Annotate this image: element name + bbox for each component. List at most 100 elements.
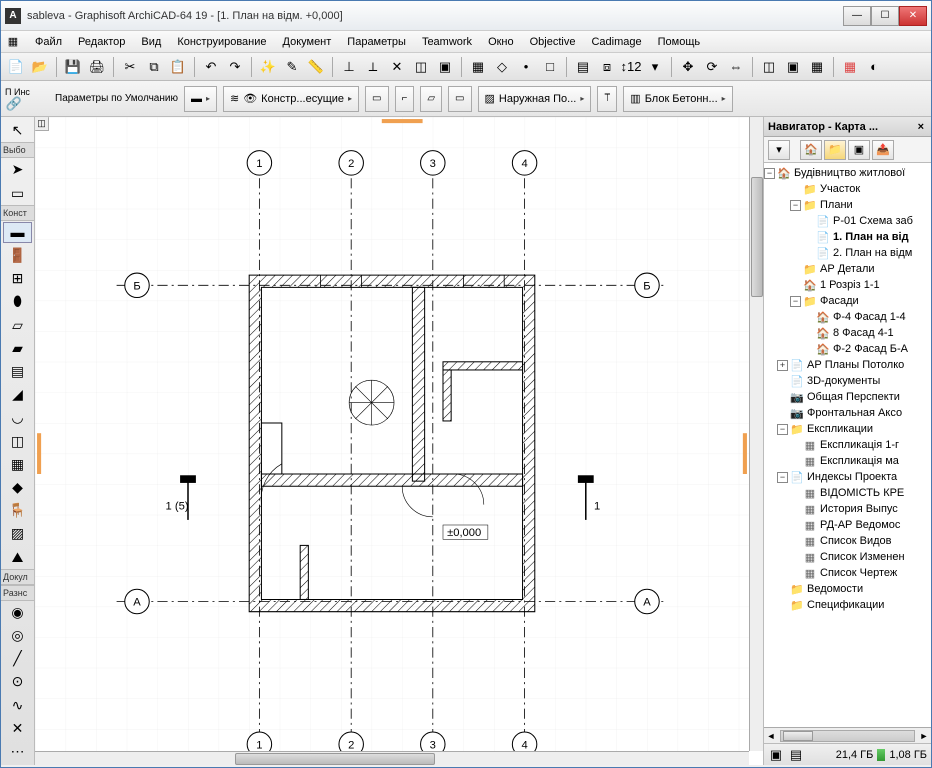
tree-item[interactable]: 📁АР Детали xyxy=(764,261,931,277)
line-tool[interactable]: ╱ xyxy=(3,648,32,669)
scroll-right-icon[interactable]: ► xyxy=(917,729,931,743)
point-icon[interactable]: • xyxy=(515,56,537,78)
tree-item[interactable]: 📄1. План на від xyxy=(764,229,931,245)
skylight-tool[interactable]: ◫ xyxy=(3,430,32,451)
tree-item[interactable]: ▦Список Изменен xyxy=(764,549,931,565)
scroll-left-icon[interactable]: ◄ xyxy=(764,729,778,743)
nav-tab-layout[interactable]: ▣ xyxy=(848,140,870,160)
eyedropper-icon[interactable]: ✎ xyxy=(281,56,303,78)
stair-tool[interactable]: ▤ xyxy=(3,361,32,382)
menu-objective[interactable]: Objective xyxy=(522,33,584,51)
menu-файл[interactable]: Файл xyxy=(27,33,70,51)
print-icon[interactable]: 🖨 xyxy=(86,56,108,78)
tree-item[interactable]: ▦Список Видов xyxy=(764,533,931,549)
menu-teamwork[interactable]: Teamwork xyxy=(414,33,480,51)
nav-tab-publisher[interactable]: 📤 xyxy=(872,140,894,160)
floor-plan-canvas[interactable]: 1 2 3 4 1 2 3 4 Б Б А А xyxy=(35,117,749,765)
copy-icon[interactable]: ⧉ xyxy=(143,56,165,78)
tree-item[interactable]: ▦Список Чертеж xyxy=(764,565,931,581)
layer-selector[interactable]: ≋ 👁 Констр...есущие ▸ xyxy=(223,86,359,112)
wall-composite-button[interactable]: ▨ Наружная По... ▸ xyxy=(478,86,592,112)
close-button[interactable]: ✕ xyxy=(899,6,927,26)
tree-item[interactable]: −📁Експликации xyxy=(764,421,931,437)
navigator-tree[interactable]: − 🏠 Будівництво житлової 📁Участок−📁Плани… xyxy=(764,163,931,727)
maximize-button[interactable]: ☐ xyxy=(871,6,899,26)
navigator-hscroll[interactable]: ◄ ► xyxy=(764,727,931,743)
magic-wand-icon[interactable]: ✨ xyxy=(257,56,279,78)
render-icon[interactable]: ◐ xyxy=(863,56,885,78)
spot1-tool[interactable]: ◉ xyxy=(3,602,32,623)
pointer-tool[interactable]: ➤ xyxy=(3,159,32,180)
tree-item[interactable]: 📷Фронтальная Аксо xyxy=(764,405,931,421)
tree-item[interactable]: ▦ВІДОМІСТЬ КРЕ xyxy=(764,485,931,501)
tree-item[interactable]: 📁Участок xyxy=(764,181,931,197)
column-tool[interactable]: ⬮ xyxy=(3,291,32,312)
new-file-icon[interactable]: 📄 xyxy=(5,56,27,78)
tree-item[interactable]: +📄АР Планы Потолко xyxy=(764,357,931,373)
geometry3-button[interactable]: ▱ xyxy=(420,86,442,112)
mirror-icon[interactable]: ⇔ xyxy=(725,56,747,78)
tree-item[interactable]: 🏠Ф-2 Фасад Б-А xyxy=(764,341,931,357)
scroll-thumb-v[interactable] xyxy=(751,177,763,297)
roof-tool[interactable]: ◢ xyxy=(3,384,32,405)
menu-параметры[interactable]: Параметры xyxy=(339,33,414,51)
tree-item[interactable]: 🏠8 Фасад 4-1 xyxy=(764,325,931,341)
tree-toggle-icon[interactable]: + xyxy=(777,360,788,371)
paste-icon[interactable]: 📋 xyxy=(167,56,189,78)
view1-icon[interactable]: ◫ xyxy=(758,56,780,78)
tree-toggle-icon[interactable]: − xyxy=(764,168,775,179)
scroll-thumb-h[interactable] xyxy=(235,753,435,765)
minimize-button[interactable]: — xyxy=(843,6,871,26)
save-icon[interactable]: 💾 xyxy=(62,56,84,78)
hotspot-tool[interactable]: ✕ xyxy=(3,718,32,739)
snap3-icon[interactable]: ✕ xyxy=(386,56,408,78)
tree-item[interactable]: ▦Експликація ма xyxy=(764,453,931,469)
canvas-area[interactable]: ◫ xyxy=(35,117,763,765)
shell-tool[interactable]: ◡ xyxy=(3,407,32,428)
wall-tool-button[interactable]: ▬▸ xyxy=(184,86,217,112)
zone-tool[interactable]: ▨ xyxy=(3,523,32,544)
snap1-icon[interactable]: ⊥ xyxy=(338,56,360,78)
tree-root[interactable]: − 🏠 Будівництво житлової xyxy=(764,165,931,181)
beam-tool[interactable]: ▱ xyxy=(3,314,32,335)
undo-icon[interactable]: ↶ xyxy=(200,56,222,78)
link-icon[interactable]: 🔗 xyxy=(5,97,23,111)
trace-icon[interactable]: ⧈ xyxy=(596,56,618,78)
tree-item[interactable]: 🏠Ф-4 Фасад 1-4 xyxy=(764,309,931,325)
tree-item[interactable]: ▦Експликація 1-г xyxy=(764,437,931,453)
rotate-icon[interactable]: ⟳ xyxy=(701,56,723,78)
tree-toggle-icon[interactable]: − xyxy=(790,200,801,211)
tree-item[interactable]: 📷Общая Перспекти xyxy=(764,389,931,405)
geometry4-button[interactable]: ▭ xyxy=(448,86,471,112)
measure-icon[interactable]: 📏 xyxy=(305,56,327,78)
vertical-scrollbar[interactable] xyxy=(749,117,763,751)
tree-item[interactable]: −📁Фасади xyxy=(764,293,931,309)
tree-item[interactable]: −📄Индексы Проекта xyxy=(764,469,931,485)
menu-помощь[interactable]: Помощь xyxy=(650,33,709,51)
menu-документ[interactable]: Документ xyxy=(275,33,340,51)
tree-item[interactable]: 📄2. План на відм xyxy=(764,245,931,261)
object-tool[interactable]: 🪑 xyxy=(3,500,32,521)
tree-toggle-icon[interactable]: − xyxy=(777,424,788,435)
wall-tool[interactable]: ▬ xyxy=(3,222,32,243)
footer-icon2[interactable]: ▤ xyxy=(788,747,804,763)
dropdown1-icon[interactable]: ▾ xyxy=(644,56,666,78)
cut-icon[interactable]: ✂ xyxy=(119,56,141,78)
menu-конструирование[interactable]: Конструирование xyxy=(169,33,274,51)
tree-item[interactable]: 📄Р-01 Схема заб xyxy=(764,213,931,229)
dim-icon[interactable]: ↕12 xyxy=(620,56,642,78)
tree-item[interactable]: −📁Плани xyxy=(764,197,931,213)
menu-окно[interactable]: Окно xyxy=(480,33,522,51)
more-tool[interactable]: ⋯ xyxy=(3,741,32,762)
tree-item[interactable]: 📁Ведомости xyxy=(764,581,931,597)
tree-toggle-icon[interactable]: − xyxy=(790,296,801,307)
mesh-tool[interactable]: ⛰ xyxy=(3,546,32,567)
grid-icon[interactable]: ▦ xyxy=(467,56,489,78)
nav-tab-view[interactable]: 📁 xyxy=(824,140,846,160)
tree-item[interactable]: ▦История Выпус xyxy=(764,501,931,517)
snap5-icon[interactable]: ▣ xyxy=(434,56,456,78)
move-icon[interactable]: ✥ xyxy=(677,56,699,78)
menu-cadimage[interactable]: Cadimage xyxy=(583,33,649,51)
open-file-icon[interactable]: 📂 xyxy=(29,56,51,78)
menu-редактор[interactable]: Редактор xyxy=(70,33,133,51)
